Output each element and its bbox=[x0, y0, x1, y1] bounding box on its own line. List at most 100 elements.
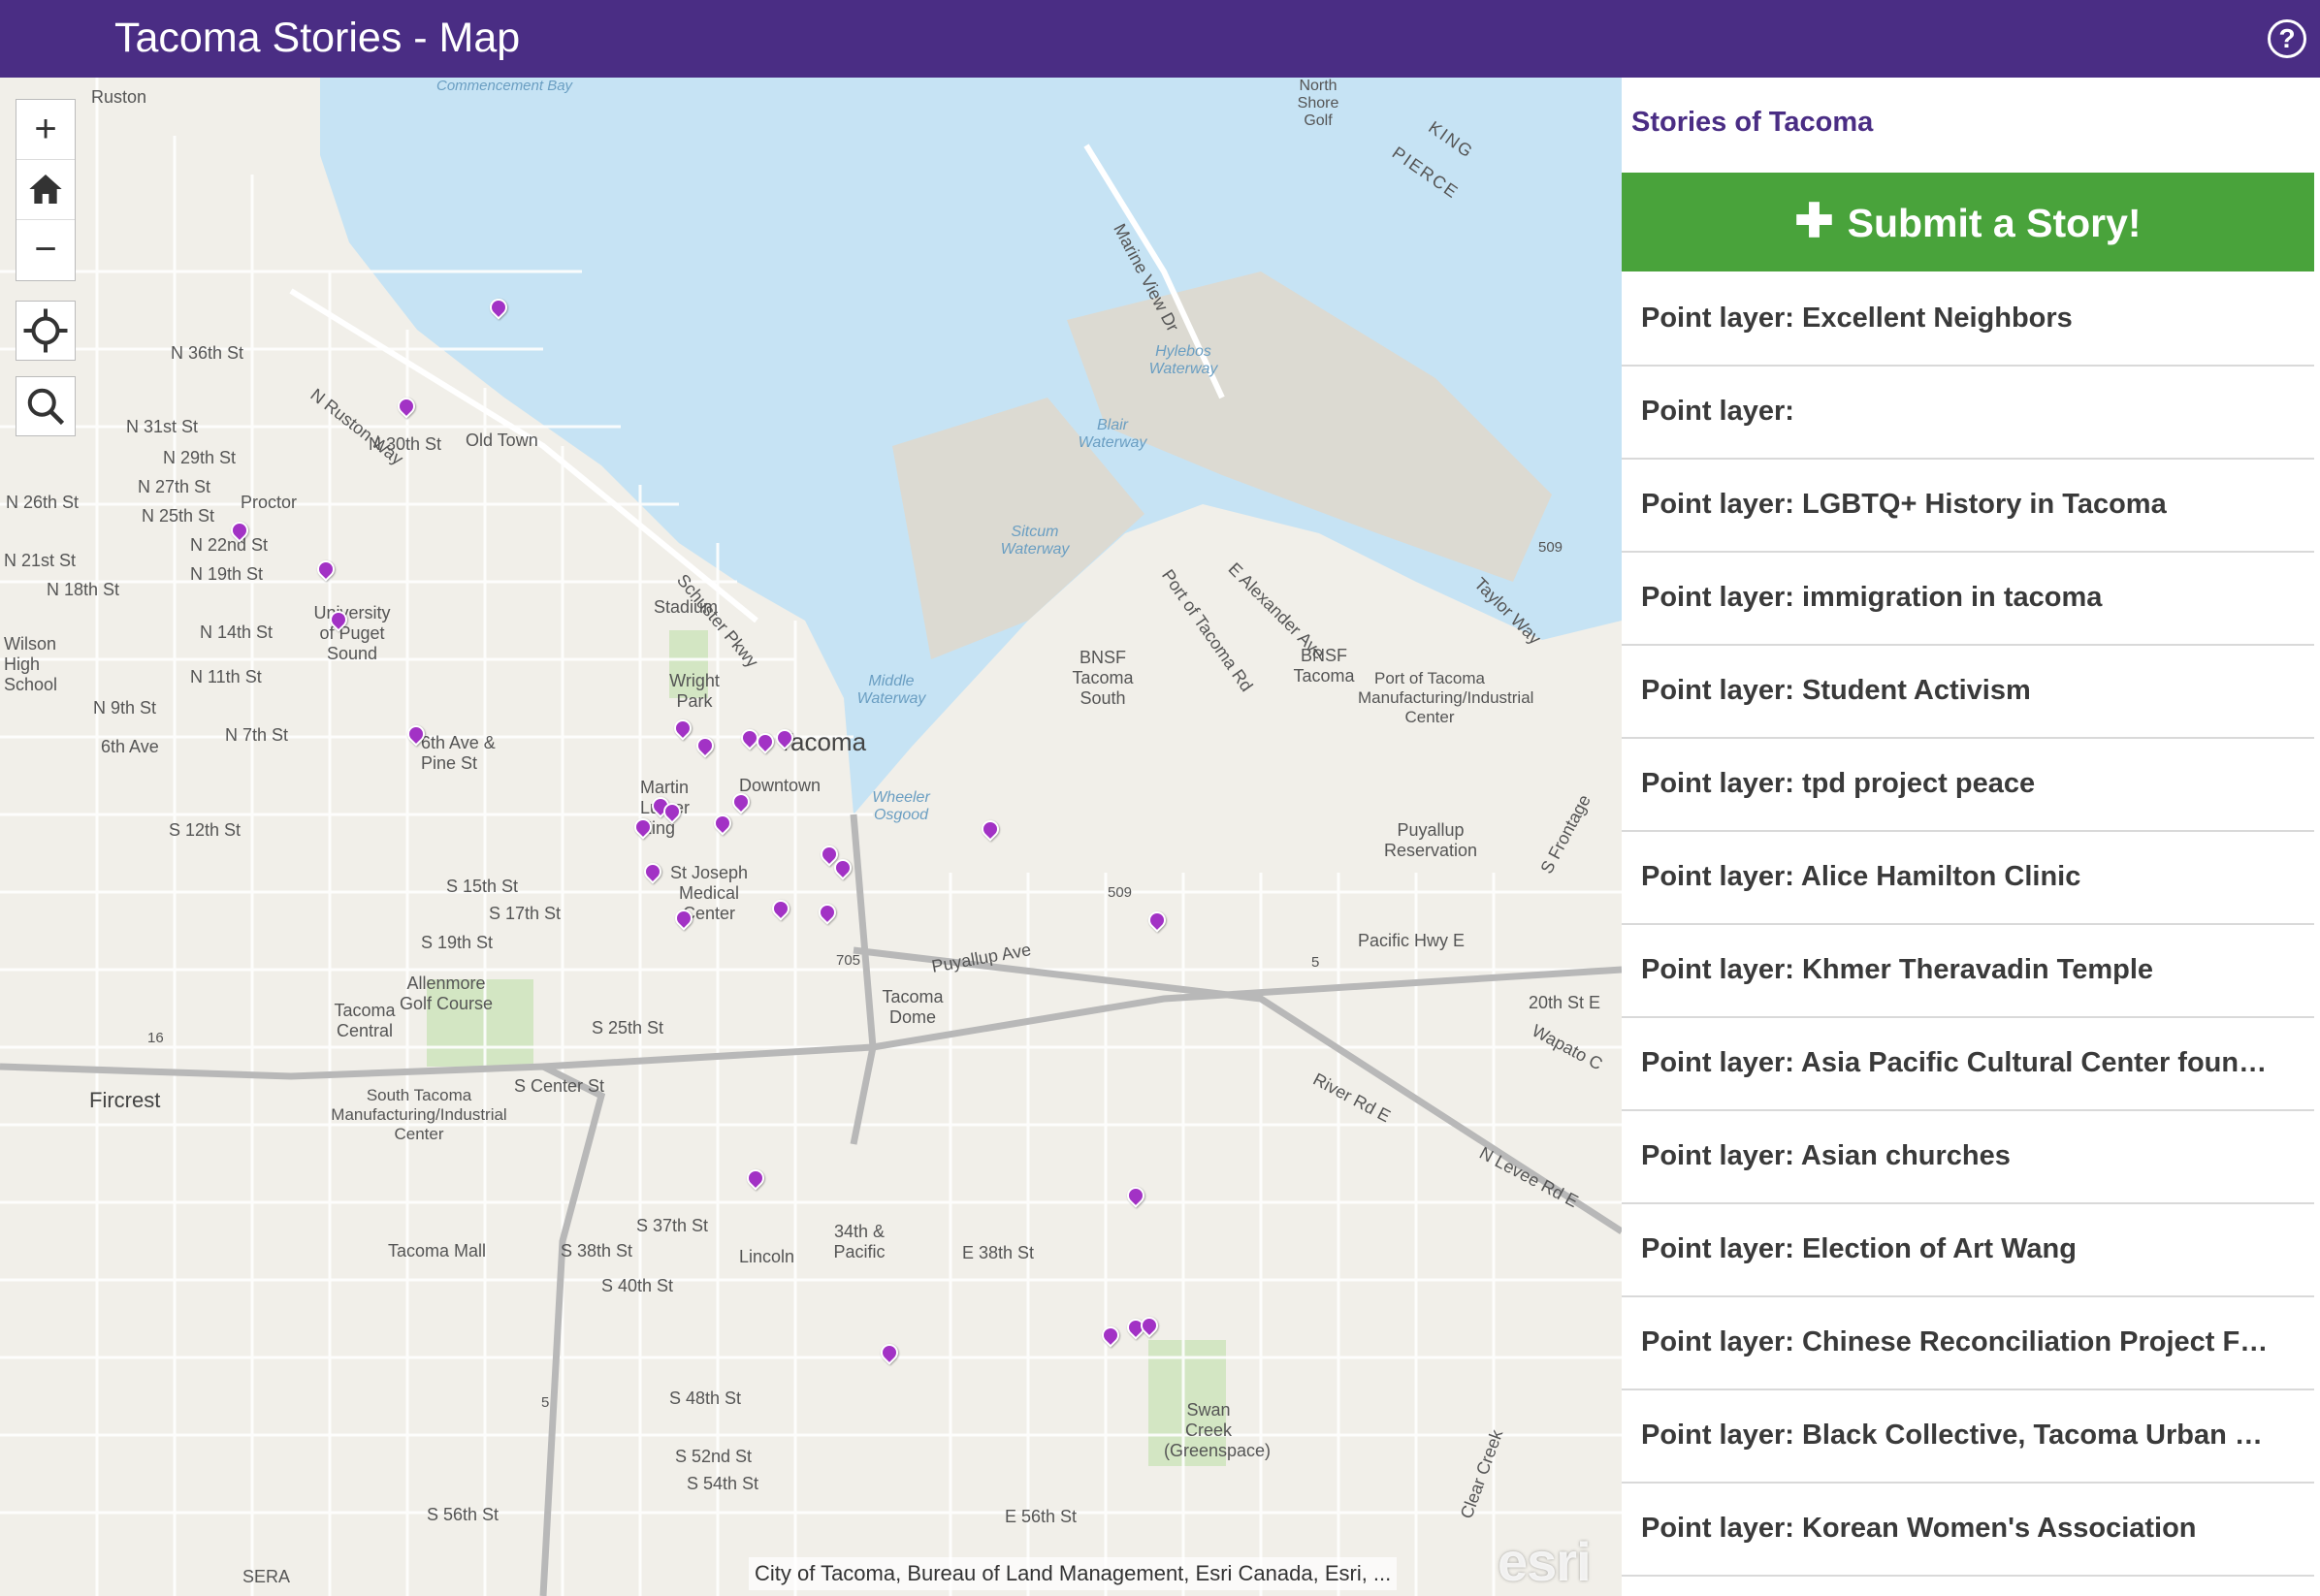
map-label: Proctor bbox=[241, 493, 298, 512]
story-list-item[interactable]: Point layer: Black Collective, Tacoma Ur… bbox=[1622, 1390, 2314, 1484]
map-label: Lincoln bbox=[739, 1247, 795, 1266]
story-list-item[interactable]: Point layer: bbox=[1622, 367, 2314, 460]
panel-title: Stories of Tacoma bbox=[1631, 107, 1874, 138]
map-label: Tacoma Central bbox=[334, 1001, 396, 1040]
story-list-item[interactable]: Point layer: Student Activism bbox=[1622, 646, 2314, 739]
story-list-item[interactable]: Point layer: Election of Art Wang bbox=[1622, 1204, 2314, 1297]
stories-panel: Stories of Tacoma ✚ Submit a Story! Point… bbox=[1622, 78, 2320, 1596]
map-label: Puyallup Reservation bbox=[1383, 820, 1478, 860]
map-label: S 15th St bbox=[446, 877, 519, 896]
map-label: Tacoma Dome bbox=[882, 987, 944, 1027]
story-list-item[interactable]: Point layer: Asia Pacific Cultural Cente… bbox=[1622, 1018, 2314, 1111]
map-label: 6th Ave bbox=[101, 737, 159, 756]
map-label: SERA bbox=[242, 1567, 291, 1586]
map-label: 509 bbox=[1108, 884, 1133, 901]
map-label: S 25th St bbox=[592, 1018, 664, 1037]
map-label: 20th St E bbox=[1529, 993, 1601, 1012]
map-label: N 36th St bbox=[171, 343, 244, 363]
map-attribution: City of Tacoma, Bureau of Land Managemen… bbox=[749, 1557, 1398, 1590]
map-label: N 25th St bbox=[142, 506, 215, 526]
plus-icon: ✚ bbox=[1794, 196, 1834, 247]
map-label: E 56th St bbox=[1005, 1507, 1078, 1526]
map-label: Port of Tacoma Manufacturing/Industrial … bbox=[1358, 669, 1534, 726]
map-label: Wright Park bbox=[669, 671, 720, 711]
esri-logo: esri bbox=[1498, 1531, 1592, 1592]
map-label: N 29th St bbox=[163, 448, 237, 467]
map-label: Pacific Hwy E bbox=[1358, 931, 1466, 950]
story-list-item[interactable]: Point layer: Chinese Reconciliation Proj… bbox=[1622, 1297, 2314, 1390]
map-label: S 19th St bbox=[421, 933, 494, 952]
map-label: Commencement Bay bbox=[436, 78, 573, 94]
map-label: Wheeler Osgood bbox=[872, 789, 930, 823]
submit-story-button[interactable]: ✚ Submit a Story! bbox=[1622, 173, 2314, 271]
map-view[interactable]: Ruston Commencement Bay N Ruston Way N 3… bbox=[0, 78, 1622, 1596]
app-title: Tacoma Stories - Map bbox=[114, 15, 521, 61]
story-list-item[interactable]: Point layer: immigration in tacoma bbox=[1622, 553, 2314, 646]
map-label: S 52nd St bbox=[675, 1447, 753, 1466]
map-label: Middle Waterway bbox=[856, 673, 926, 707]
home-button[interactable] bbox=[16, 160, 75, 220]
map-label: N 18th St bbox=[47, 580, 120, 599]
story-list: Point layer: Excellent Neighbors Point l… bbox=[1622, 273, 2314, 1577]
map-label: N 26th St bbox=[6, 493, 80, 512]
story-list-item[interactable]: Point layer: LGBTQ+ History in Tacoma bbox=[1622, 460, 2314, 553]
story-list-item[interactable]: Point layer: Alice Hamilton Clinic bbox=[1622, 832, 2314, 925]
map-label: Ruston bbox=[91, 87, 147, 107]
story-list-item[interactable]: Point layer: Khmer Theravadin Temple bbox=[1622, 925, 2314, 1018]
map-label: S 40th St bbox=[601, 1276, 674, 1295]
map-label: N 27th St bbox=[138, 477, 211, 496]
map-label: Tacoma Mall bbox=[388, 1241, 487, 1261]
map-label: Wilson High School bbox=[4, 634, 58, 694]
map-label: Old Town bbox=[466, 431, 538, 450]
locate-button[interactable] bbox=[16, 301, 76, 361]
map-label: E 38th St bbox=[962, 1243, 1035, 1262]
map-label: S 54th St bbox=[687, 1474, 759, 1493]
map-label: Sitcum Waterway bbox=[1000, 524, 1070, 558]
map-label: S 56th St bbox=[427, 1505, 499, 1524]
search-button[interactable] bbox=[16, 376, 76, 436]
map-label: S Center St bbox=[514, 1076, 605, 1096]
map-label: Stadium bbox=[654, 597, 719, 617]
map-label: S 12th St bbox=[169, 820, 242, 840]
map-label: Downtown bbox=[739, 776, 822, 795]
map-label: 509 bbox=[1538, 539, 1563, 556]
map-label: N 9th St bbox=[93, 698, 157, 718]
map-label: 6th Ave & Pine St bbox=[421, 733, 496, 773]
map-label: 705 bbox=[836, 952, 861, 969]
map-label: 5 bbox=[1311, 954, 1320, 971]
story-list-item[interactable]: Point layer: Asian churches bbox=[1622, 1111, 2314, 1204]
map-label: 34th & Pacific bbox=[833, 1222, 886, 1261]
map-label: 5 bbox=[541, 1394, 550, 1411]
story-list-item[interactable]: Point layer: Korean Women's Association bbox=[1622, 1484, 2314, 1577]
app-header: Tacoma Stories - Map ? bbox=[0, 0, 2320, 78]
zoom-control: + − bbox=[16, 99, 76, 281]
map-label: 16 bbox=[147, 1030, 164, 1046]
home-icon bbox=[29, 175, 62, 204]
search-icon bbox=[27, 388, 65, 426]
story-list-item[interactable]: Point layer: Excellent Neighbors bbox=[1622, 273, 2314, 367]
map-label: Fircrest bbox=[89, 1088, 161, 1112]
story-list-item[interactable]: Point layer: tpd project peace bbox=[1622, 739, 2314, 832]
map-label: Blair Waterway bbox=[1078, 417, 1147, 451]
map-label: N 14th St bbox=[200, 622, 274, 642]
map-label: Hylebos Waterway bbox=[1148, 343, 1218, 377]
map-label: Swan Creek (Greenspace) bbox=[1164, 1400, 1272, 1460]
zoom-in-button[interactable]: + bbox=[16, 100, 75, 160]
map-label: N 19th St bbox=[190, 564, 264, 584]
map-label: S 38th St bbox=[561, 1241, 633, 1261]
map-label: N 11th St bbox=[190, 667, 262, 686]
locate-icon bbox=[23, 308, 68, 353]
map-label: S 17th St bbox=[489, 904, 562, 923]
zoom-out-button[interactable]: − bbox=[16, 220, 75, 280]
map-label: N 30th St bbox=[369, 434, 442, 454]
map-label: N 21st St bbox=[4, 551, 77, 570]
map-label: Allenmore Golf Course bbox=[399, 974, 494, 1013]
map-label: N 31st St bbox=[126, 417, 199, 436]
map-label: S 37th St bbox=[636, 1216, 709, 1235]
submit-story-label: Submit a Story! bbox=[1847, 201, 2142, 245]
map-label: S 48th St bbox=[669, 1389, 742, 1408]
map-label: North Shore Golf bbox=[1297, 78, 1339, 129]
help-icon[interactable]: ? bbox=[2268, 19, 2306, 58]
map-label: N 7th St bbox=[225, 725, 289, 745]
map-label: N 22nd St bbox=[190, 535, 269, 555]
